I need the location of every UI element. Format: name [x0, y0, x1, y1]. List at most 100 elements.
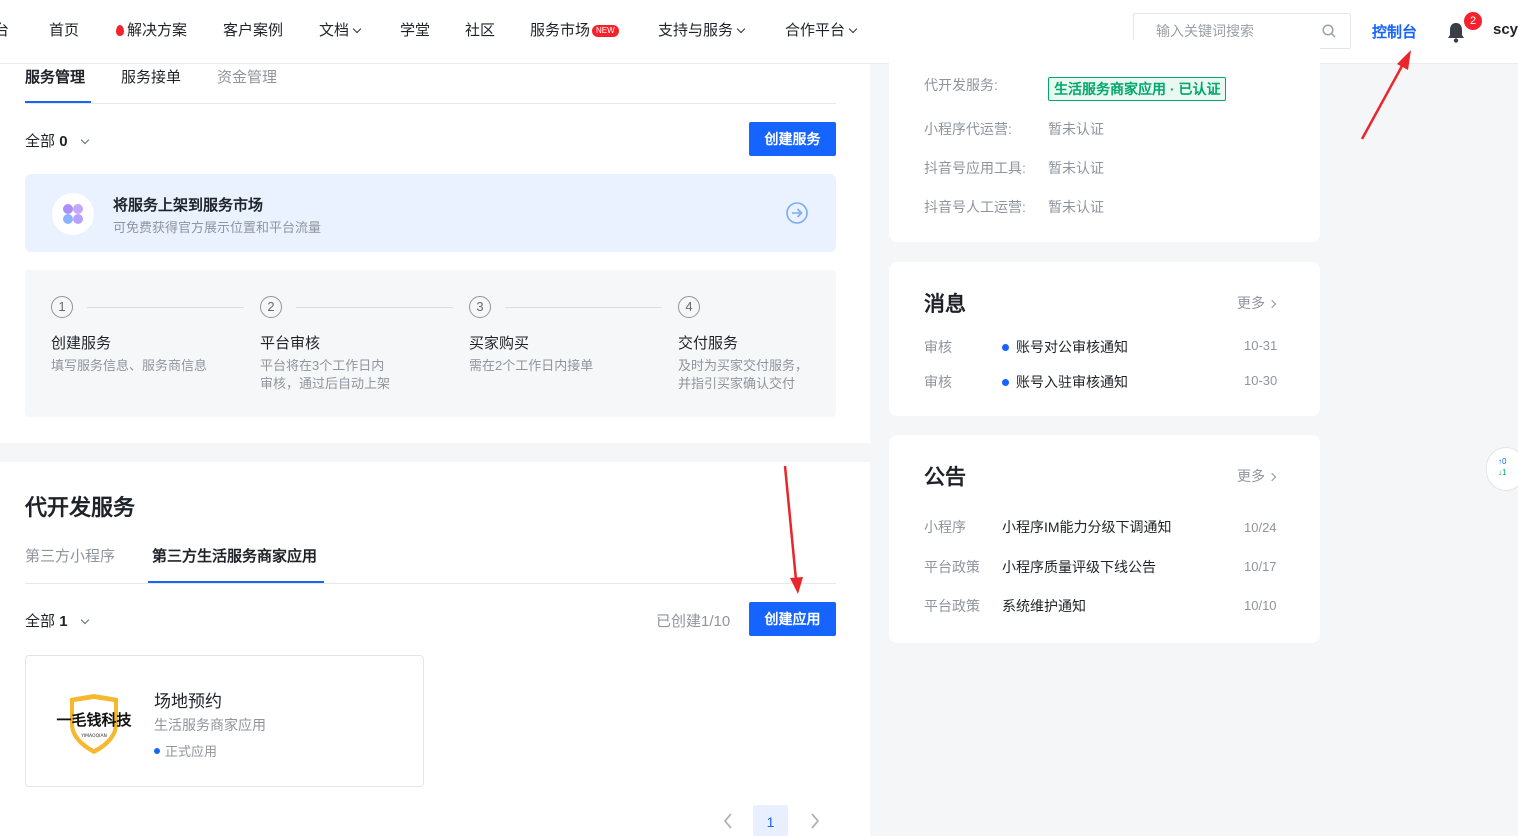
app-filter-dropdown[interactable]: 全部 1: [25, 610, 89, 631]
logo-text-fragment[interactable]: 台: [0, 20, 9, 42]
message-date: 10-30: [1244, 373, 1278, 388]
promo-subtitle: 可免费获得官方展示位置和平台流量: [113, 220, 322, 235]
nav-support-label: 支持与服务: [658, 22, 734, 39]
message-category: 审核: [924, 374, 952, 390]
nav-docs[interactable]: 文档: [319, 20, 362, 42]
tab-service-management[interactable]: 服务管理: [25, 66, 85, 87]
step-connector: [87, 307, 244, 308]
floating-stats-widget[interactable]: ↑0 ↓1: [1486, 447, 1518, 491]
filter-label: 全部: [25, 613, 56, 630]
announcement-date: 10/24: [1244, 520, 1277, 535]
tab-service-orders[interactable]: 服务接单: [121, 66, 181, 87]
cert-label-douyin-tool: 抖音号应用工具:: [924, 160, 1026, 176]
step-1-number: 1: [51, 296, 73, 318]
tab-third-party-miniapp[interactable]: 第三方小程序: [25, 545, 115, 566]
cert-value-miniapp-ops: 暂未认证: [1048, 121, 1104, 137]
announcement-category: 平台政策: [924, 598, 980, 614]
search-icon[interactable]: [1322, 24, 1336, 38]
more-label: 更多: [1237, 295, 1265, 311]
step-4-desc-line1: 及时为买家交付服务，: [678, 358, 809, 373]
certified-tag[interactable]: 生活服务商家应用 · 已认证: [1048, 77, 1227, 101]
announcement-title[interactable]: 系统维护通知: [1002, 596, 1086, 616]
filter-label: 全部: [25, 133, 56, 150]
cert-value-douyin-manual: 暂未认证: [1048, 199, 1104, 215]
new-badge: NEW: [592, 25, 619, 37]
section-title: 代开发服务: [25, 495, 136, 520]
tab-life-service-merchant-app[interactable]: 第三方生活服务商家应用: [152, 545, 317, 566]
unread-dot: [1002, 344, 1009, 351]
announcement-title[interactable]: 小程序质量评级下线公告: [1002, 557, 1156, 577]
announcements-panel: 公告 更多 小程序 小程序IM能力分级下调通知 10/24 平台政策 小程序质量…: [889, 435, 1320, 643]
chevron-right-icon[interactable]: [808, 811, 822, 831]
console-link[interactable]: 控制台: [1372, 21, 1417, 42]
more-label: 更多: [1237, 468, 1265, 484]
step-3-desc: 需在2个工作日内接单: [469, 358, 594, 373]
message-date: 10-31: [1244, 338, 1278, 353]
up-count-value: 0: [1502, 457, 1507, 466]
logo-subtext: YIMAOQIAN: [80, 733, 107, 739]
step-connector: [505, 307, 662, 308]
promo-title: 将服务上架到服务市场: [113, 197, 264, 214]
step-connector: [296, 307, 453, 308]
promo-banner[interactable]: 将服务上架到服务市场 可免费获得官方展示位置和平台流量: [25, 174, 836, 252]
announcements-more-link[interactable]: 更多: [1237, 466, 1277, 486]
created-count: 已创建1/10: [656, 613, 731, 630]
nav-academy[interactable]: 学堂: [400, 20, 430, 42]
annotation-arrow-to-console: [1360, 65, 1404, 140]
announcement-date: 10/17: [1244, 559, 1277, 574]
nav-home[interactable]: 首页: [49, 20, 79, 42]
app-card[interactable]: 一毛钱科技 YIMAOQIAN 场地预约 生活服务商家应用 正式应用: [25, 655, 424, 787]
announcement-title[interactable]: 小程序IM能力分级下调通知: [1002, 517, 1172, 537]
nav-support[interactable]: 支持与服务: [658, 20, 746, 42]
app-status: 正式应用: [154, 741, 217, 760]
filter-count: 0: [59, 133, 68, 150]
up-count: ↑0: [1498, 457, 1507, 466]
cert-label-douyin-manual: 抖音号人工运营:: [924, 199, 1026, 215]
arrow-right-circle-icon[interactable]: [785, 201, 809, 225]
cert-label-miniapp-ops: 小程序代运营:: [924, 121, 1012, 137]
chevron-down-icon: [80, 615, 89, 625]
message-item[interactable]: 账号对公审核通知: [1002, 337, 1128, 357]
tab-divider: [25, 103, 836, 104]
app-grid-icon: [52, 193, 94, 235]
tab-fund-management[interactable]: 资金管理: [217, 66, 277, 87]
nav-solutions-label: 解决方案: [127, 22, 188, 39]
unread-dot: [1002, 379, 1009, 386]
step-3-number: 3: [469, 296, 491, 318]
create-app-button[interactable]: 创建应用: [749, 602, 836, 636]
step-2-desc-line1: 平台将在3个工作日内: [260, 358, 385, 373]
down-count: ↓1: [1498, 468, 1507, 477]
message-item[interactable]: 账号入驻审核通知: [1002, 372, 1128, 392]
chevron-left-icon[interactable]: [721, 811, 735, 831]
messages-title: 消息: [924, 293, 966, 316]
nav-cases[interactable]: 客户案例: [223, 20, 283, 42]
chevron-down-icon: [736, 24, 746, 34]
create-service-button[interactable]: 创建服务: [749, 122, 836, 156]
announcement-category: 平台政策: [924, 559, 980, 575]
user-name[interactable]: scy: [1493, 21, 1518, 38]
step-2-desc-line2: 审核，通过后自动上架: [260, 376, 391, 391]
nav-partner-platform[interactable]: 合作平台: [785, 20, 858, 42]
nav-community[interactable]: 社区: [465, 20, 495, 42]
service-filter-dropdown[interactable]: 全部 0: [25, 130, 89, 151]
messages-more-link[interactable]: 更多: [1237, 293, 1277, 313]
message-title: 账号对公审核通知: [1016, 339, 1128, 355]
step-2-number: 2: [260, 296, 282, 318]
nav-service-market[interactable]: 服务市场 NEW: [530, 20, 619, 42]
pagination-current-page[interactable]: 1: [753, 805, 788, 836]
nav-docs-label: 文档: [319, 22, 350, 39]
step-2-title: 平台审核: [260, 335, 321, 352]
cert-value-douyin-tool: 暂未认证: [1048, 160, 1104, 176]
nav-solutions[interactable]: 解决方案: [116, 20, 187, 42]
step-3-title: 买家购买: [469, 335, 530, 352]
nav-service-market-label: 服务市场: [530, 22, 591, 39]
messages-panel: 消息 更多 审核 账号对公审核通知 10-31 审核 账号入驻审核通知 10-3…: [889, 262, 1320, 416]
chevron-right-icon: [1267, 299, 1277, 309]
notification-count-badge: 2: [1464, 12, 1482, 30]
filter-count: 1: [59, 613, 68, 630]
chevron-right-icon: [1267, 472, 1277, 482]
step-4-desc-line2: 并指引买家确认交付: [678, 376, 796, 391]
hot-flame-icon: [116, 25, 124, 36]
logo-text: 一毛钱科技: [56, 711, 132, 729]
dev-service-panel: 代开发服务 第三方小程序 第三方生活服务商家应用 全部 1 已创建1/10 创建…: [0, 462, 870, 836]
